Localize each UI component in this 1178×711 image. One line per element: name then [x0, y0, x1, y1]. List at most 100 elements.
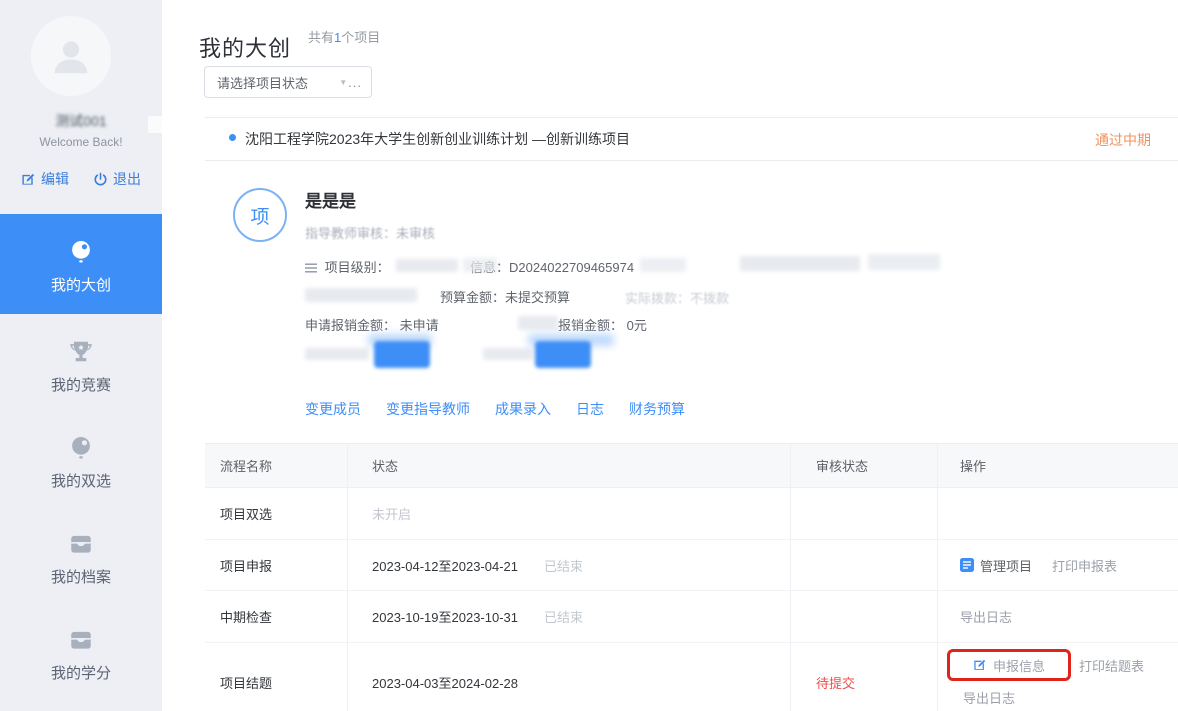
header-review-status: 审核状态 — [790, 456, 937, 475]
table-row: 项目双选 未开启 — [205, 488, 1178, 540]
process-name: 项目结题 — [205, 643, 347, 692]
logout-label: 退出 — [113, 169, 141, 189]
project-avatar: 项 — [233, 188, 287, 242]
document-icon — [960, 558, 974, 572]
export-log-button[interactable]: 导出日志 — [963, 688, 1015, 707]
redacted-text — [305, 348, 369, 360]
sidebar-item-label: 我的学分 — [51, 662, 111, 683]
redacted-text — [396, 259, 458, 272]
stage-status-badge[interactable]: 通过中期 — [1095, 130, 1151, 150]
list-icon — [305, 263, 317, 273]
edit-button[interactable]: 编辑 — [21, 169, 69, 189]
project-level-field: 项目级别： — [305, 257, 390, 276]
trophy-icon — [68, 339, 94, 365]
app-window: 测试001 Welcome Back! 编辑 退出 — [0, 0, 1178, 711]
sidebar-item-my-archives[interactable]: 我的档案 — [0, 506, 162, 602]
project-status-select[interactable]: 请选择项目状态 ▼ ... — [204, 66, 372, 98]
edit-label: 编辑 — [41, 169, 69, 189]
sidebar-item-my-innovation[interactable]: 我的大创 — [0, 214, 162, 314]
report-info-button[interactable]: 申报信息 — [993, 656, 1045, 675]
change-members-link[interactable]: 变更成员 — [305, 399, 361, 419]
redacted-text — [518, 316, 558, 330]
redaction-patch — [148, 116, 162, 133]
archive-icon — [68, 531, 94, 557]
process-name: 中期检查 — [205, 607, 347, 626]
period-text: 2023-10-19至2023-10-31 — [372, 610, 518, 625]
logout-button[interactable]: 退出 — [93, 169, 141, 189]
print-conclusion-button[interactable]: 打印结题表 — [1079, 656, 1144, 675]
bullet-icon — [229, 134, 236, 141]
redacted-text — [483, 348, 533, 360]
edit-icon — [21, 172, 36, 187]
redacted-text — [640, 258, 686, 272]
status-text: 已结束 — [544, 559, 583, 574]
select-ellipsis: ... — [348, 75, 362, 90]
status-text: 已结束 — [544, 610, 583, 625]
user-actions: 编辑 退出 — [0, 169, 162, 189]
operations-cell: 管理项目 打印申报表 — [937, 556, 1178, 575]
power-icon — [93, 172, 108, 187]
print-application-button[interactable]: 打印申报表 — [1052, 556, 1117, 575]
count-suffix: 个项目 — [341, 30, 380, 45]
journal-link[interactable]: 日志 — [576, 399, 604, 419]
page-title: 我的大创 — [199, 31, 291, 63]
column-divider — [347, 444, 348, 711]
period-text: 2023-04-12至2023-04-21 — [372, 559, 518, 574]
plan-title[interactable]: 沈阳工程学院2023年大学生创新创业训练计划 —创新训练项目 — [245, 129, 630, 149]
redacted-text — [868, 254, 940, 270]
redacted-text — [463, 258, 497, 272]
reimbursed-field: 报销金额： 0元 — [558, 315, 647, 334]
sidebar: 测试001 Welcome Back! 编辑 退出 — [0, 0, 162, 711]
finance-budget-link[interactable]: 财务预算 — [629, 399, 685, 419]
highlight-annotation: 申报信息 — [947, 649, 1071, 681]
change-advisor-link[interactable]: 变更指导教师 — [386, 399, 470, 419]
status-badge — [535, 341, 591, 368]
table-row: 项目结题 2023-04-03至2024-02-28 待提交 申报信息 打印结题… — [205, 643, 1178, 711]
edit-icon — [973, 658, 987, 672]
project-action-links: 变更成员 变更指导教师 成果录入 日志 财务预算 — [305, 399, 685, 419]
avatar[interactable] — [31, 16, 111, 96]
status-text: 未开启 — [372, 507, 411, 522]
grant-field: 实际拨款：不拨款 — [625, 288, 729, 307]
sidebar-item-label: 我的大创 — [51, 274, 111, 295]
header-status: 状态 — [347, 456, 790, 475]
redacted-text — [740, 256, 860, 271]
process-name: 项目双选 — [205, 504, 347, 523]
project-avatar-char: 项 — [250, 202, 269, 229]
review-status-pending: 待提交 — [816, 676, 855, 691]
sidebar-item-my-competitions[interactable]: 我的竞赛 — [0, 314, 162, 410]
budget-field: 预算金额：未提交预算 — [440, 287, 570, 306]
export-log-button[interactable]: 导出日志 — [960, 610, 1012, 625]
column-divider — [790, 444, 791, 711]
results-entry-link[interactable]: 成果录入 — [495, 399, 551, 419]
teacher-review-status: 指导教师审核：未审核 — [305, 223, 435, 242]
project-count: 共有1个项目 — [308, 27, 380, 46]
divider — [205, 160, 1178, 161]
person-icon — [48, 33, 94, 79]
period-text: 2023-04-03至2024-02-28 — [347, 643, 790, 692]
sidebar-nav: 我的大创 我的竞赛 我的双选 — [0, 214, 162, 698]
header-operations: 操作 — [937, 456, 1178, 475]
archive-icon — [68, 627, 94, 653]
redacted-text — [305, 288, 417, 302]
manage-project-button[interactable]: 管理项目 — [980, 556, 1032, 575]
username: 测试001 — [0, 111, 162, 131]
project-name: 是是是 — [305, 187, 356, 212]
status-badge — [374, 341, 430, 368]
sidebar-item-my-selection[interactable]: 我的双选 — [0, 410, 162, 506]
divider — [205, 117, 1178, 118]
process-name: 项目申报 — [205, 556, 347, 575]
balloon-icon — [68, 435, 94, 461]
chevron-down-icon: ▼ — [339, 78, 347, 87]
operations-cell: 申报信息 打印结题表 导出日志 — [937, 643, 1178, 707]
process-table: 流程名称 状态 审核状态 操作 项目双选 未开启 项目申报 2023-04-12… — [205, 443, 1178, 711]
select-placeholder: 请选择项目状态 — [217, 73, 308, 92]
sidebar-item-my-credits[interactable]: 我的学分 — [0, 602, 162, 698]
table-header: 流程名称 状态 审核状态 操作 — [205, 444, 1178, 488]
count-prefix: 共有 — [308, 30, 334, 45]
table-row: 项目申报 2023-04-12至2023-04-21 已结束 管理项目 打印申报表 — [205, 540, 1178, 591]
project-level-label: 项目级别： — [325, 260, 390, 275]
sidebar-item-label: 我的双选 — [51, 470, 111, 491]
welcome-text: Welcome Back! — [0, 135, 162, 149]
table-row: 中期检查 2023-10-19至2023-10-31 已结束 导出日志 — [205, 591, 1178, 643]
